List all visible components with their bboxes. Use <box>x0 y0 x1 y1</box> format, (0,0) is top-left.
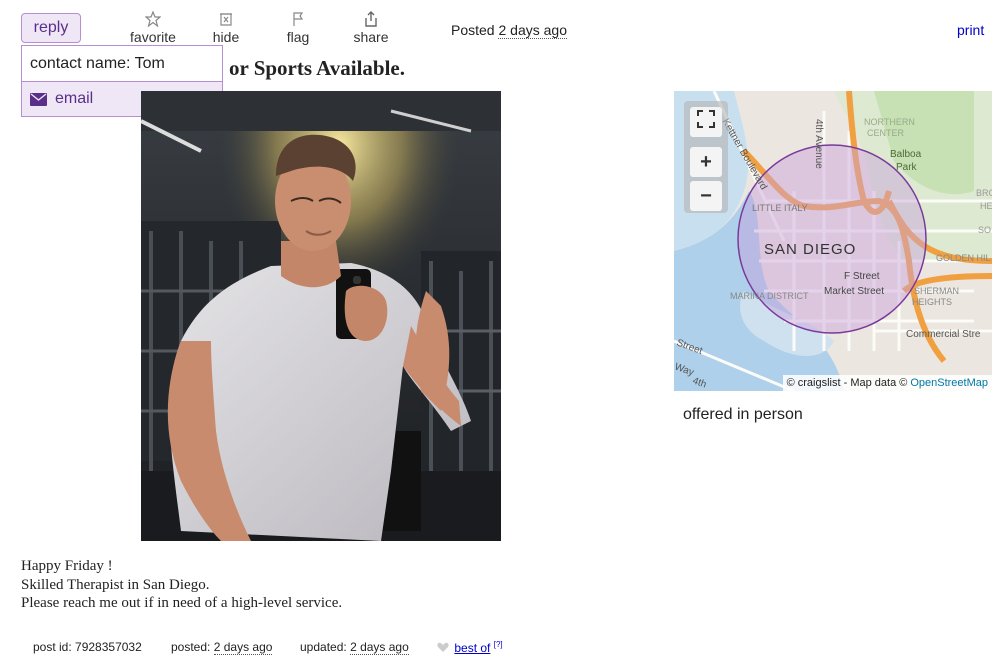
posted-date: Posted 2 days ago <box>451 22 567 39</box>
map-label-f-street: F Street <box>844 271 880 282</box>
posted-value: 2 days ago <box>498 22 567 39</box>
map-label-little-italy: LITTLE ITALY <box>752 203 808 213</box>
map-label-so: SO <box>978 225 991 235</box>
hide-label: hide <box>212 29 240 45</box>
map-attribution-text: © craigslist - Map data © <box>786 377 908 389</box>
map-label-golden-hill: GOLDEN HIL <box>936 253 991 263</box>
map-label-marina: MARINA DISTRICT <box>730 291 809 301</box>
map-controls: + − <box>684 101 728 213</box>
favorite-label: favorite <box>130 29 176 45</box>
share-icon <box>341 9 401 29</box>
zoom-in-button[interactable]: + <box>690 147 722 177</box>
openstreetmap-link[interactable]: OpenStreetMap <box>910 377 988 389</box>
map-label-commercial: Commercial Stre <box>906 329 981 340</box>
zoom-out-button[interactable]: − <box>690 181 722 211</box>
post-body-line: Happy Friday ! <box>21 558 113 574</box>
reply-button[interactable]: reply <box>21 13 81 43</box>
updated-info: updated: 2 days ago <box>300 640 409 655</box>
offered-in-person: offered in person <box>683 406 803 423</box>
map-label-center: CENTER <box>867 128 905 138</box>
map-label-bro: BRO <box>976 188 992 198</box>
contact-name: contact name: Tom <box>22 46 222 82</box>
post-body-line: Skilled Therapist in San Diego. <box>21 576 210 593</box>
posted-prefix: Posted <box>451 22 495 38</box>
best-of: best of [?] <box>437 640 503 656</box>
post-id: post id: 7928357032 <box>33 640 142 654</box>
map-label-heights: HEIGHTS <box>912 297 952 307</box>
location-map[interactable]: Kettner Boulevard 4th Avenue NORTHERN CE… <box>674 91 992 391</box>
best-of-link[interactable]: best of <box>454 641 490 655</box>
updated-info-value: 2 days ago <box>350 640 409 655</box>
heart-icon <box>437 642 449 656</box>
flag-label: flag <box>286 29 310 45</box>
map-label-he: HE <box>980 201 992 211</box>
share-button[interactable]: share <box>341 9 401 45</box>
map-attribution: © craigslist - Map data © OpenStreetMap <box>782 375 992 391</box>
map-label-balboa: Balboa <box>890 149 922 160</box>
favorite-button[interactable]: favorite <box>123 9 183 45</box>
print-link[interactable]: print <box>957 22 984 38</box>
updated-info-prefix: updated: <box>300 640 347 654</box>
email-label: email <box>55 90 94 107</box>
fullscreen-icon <box>697 110 715 134</box>
map-label-4th-avenue: 4th Avenue <box>813 119 824 169</box>
hide-icon <box>196 9 256 29</box>
map-label-park: Park <box>896 162 918 173</box>
post-body-line: Please reach me out if in need of a high… <box>21 595 343 611</box>
posted-info-prefix: posted: <box>171 640 211 654</box>
posted-info-value: 2 days ago <box>213 640 273 655</box>
post-title: or Sports Available. <box>229 56 405 80</box>
post-image[interactable] <box>141 91 501 541</box>
best-of-help[interactable]: [?] <box>494 640 503 649</box>
posted-info: posted: 2 days ago <box>171 640 273 655</box>
fullscreen-button[interactable] <box>690 107 722 137</box>
hide-button[interactable]: hide <box>196 9 256 45</box>
star-icon <box>123 9 183 29</box>
map-label-san-diego: SAN DIEGO <box>764 241 856 258</box>
envelope-icon <box>30 92 47 106</box>
map-label-market-street: Market Street <box>824 286 884 297</box>
flag-icon <box>268 9 328 29</box>
post-body: Happy Friday ! Skilled Therapist in San … <box>21 557 342 613</box>
map-label-northern: NORTHERN <box>864 117 915 127</box>
map-label-sherman: SHERMAN <box>914 286 959 296</box>
flag-button[interactable]: flag <box>268 9 328 45</box>
share-label: share <box>353 29 389 45</box>
